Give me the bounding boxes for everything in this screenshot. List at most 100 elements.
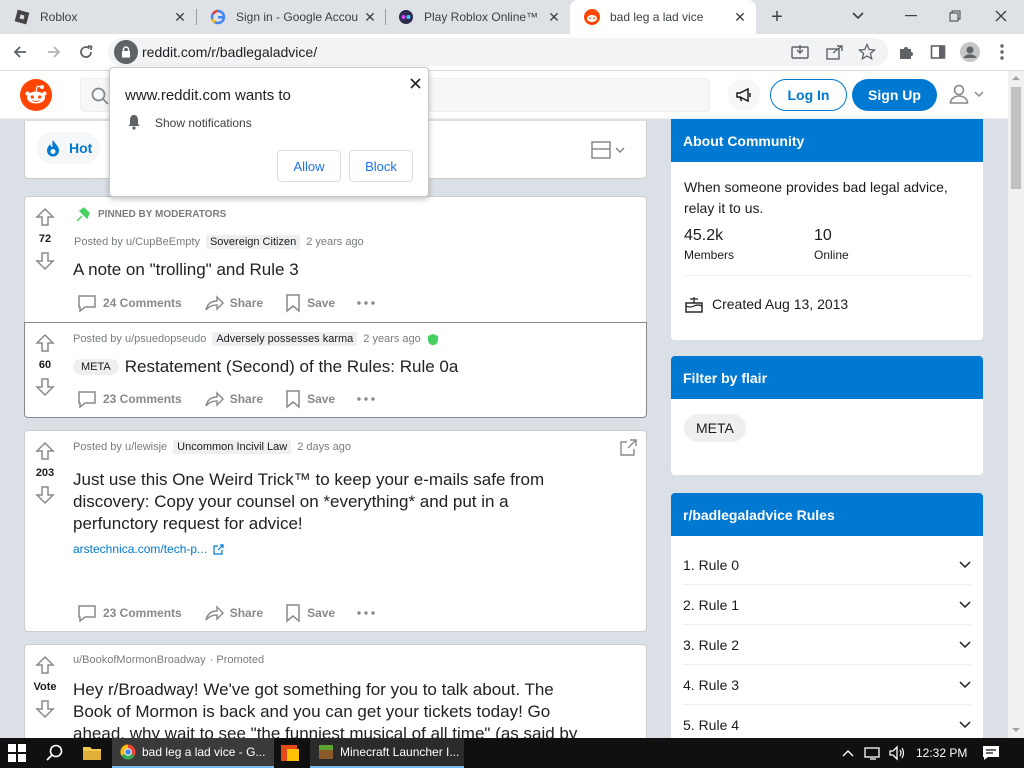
post-card[interactable]: 60 Posted by u/psuedopseudo Adversely po… xyxy=(24,322,647,418)
more-options-icon[interactable] xyxy=(357,611,381,615)
comments-button[interactable]: 24 Comments xyxy=(77,294,182,312)
post-card[interactable]: 203 Posted by u/lewisje Uncommon Incivil… xyxy=(24,430,647,632)
share-button[interactable]: Share xyxy=(204,604,263,622)
post-author[interactable]: Posted by u/CupBeEmpty xyxy=(74,236,200,248)
taskbar-minecraft-window[interactable]: Minecraft Launcher I... xyxy=(310,738,464,768)
clock[interactable]: 12:32 PM xyxy=(916,738,967,768)
user-menu[interactable] xyxy=(948,83,984,105)
advertise-megaphone-icon[interactable] xyxy=(728,79,760,111)
post-author[interactable]: Posted by u/psuedopseudo xyxy=(73,333,206,345)
tab-bad-leg-a-lad-vice[interactable]: bad leg a lad vice ✕ xyxy=(570,0,756,34)
file-explorer-icon[interactable] xyxy=(82,738,102,768)
share-button[interactable]: Share xyxy=(204,294,263,312)
close-tab-icon[interactable]: ✕ xyxy=(360,7,380,27)
block-button[interactable]: Block xyxy=(349,150,413,182)
post-title-line: Just use this One Weird Trick™ to keep y… xyxy=(73,470,545,489)
signup-button[interactable]: Sign Up xyxy=(852,79,937,111)
reddit-logo-icon[interactable] xyxy=(20,79,52,111)
lock-icon[interactable] xyxy=(114,40,138,64)
install-app-icon[interactable] xyxy=(791,44,809,60)
rule-item[interactable]: 5. Rule 4 xyxy=(683,705,971,738)
allow-button[interactable]: Allow xyxy=(277,150,341,182)
volume-icon[interactable] xyxy=(888,738,906,768)
post-flair[interactable]: META xyxy=(73,359,119,375)
post-title[interactable]: Hey r/Broadway! We've got something for … xyxy=(73,679,577,738)
new-tab-button[interactable]: + xyxy=(766,6,788,28)
upvote-arrow-icon[interactable] xyxy=(35,441,55,461)
close-tab-icon[interactable]: ✕ xyxy=(730,7,750,27)
taskbar-chrome-window[interactable]: bad leg a lad vice - G... xyxy=(112,738,274,768)
post-title[interactable]: A note on "trolling" and Rule 3 xyxy=(73,259,299,281)
side-panel-icon[interactable] xyxy=(924,38,952,66)
post-author[interactable]: Posted by u/lewisje xyxy=(73,441,167,453)
save-button[interactable]: Save xyxy=(285,603,335,623)
rule-item[interactable]: 4. Rule 3 xyxy=(683,665,971,705)
rule-item[interactable]: 1. Rule 0 xyxy=(683,545,971,585)
scrollbar-thumb[interactable] xyxy=(1011,87,1021,189)
forward-arrow-icon[interactable] xyxy=(40,38,68,66)
more-options-icon[interactable] xyxy=(357,397,381,401)
downvote-arrow-icon[interactable] xyxy=(35,251,55,271)
popup-close-icon[interactable] xyxy=(406,74,424,92)
scroll-up-arrow-icon[interactable] xyxy=(1011,73,1021,83)
tab-roblox[interactable]: Roblox ✕ xyxy=(0,0,196,34)
post-author[interactable]: u/BookofMormonBroadway xyxy=(73,654,206,666)
post-title-row: META Restatement (Second) of the Rules: … xyxy=(73,357,458,377)
rule-item[interactable]: 3. Rule 2 xyxy=(683,625,971,665)
post-link[interactable]: arstechnica.com/tech-p... xyxy=(73,542,224,556)
bookmark-star-icon[interactable] xyxy=(858,43,876,61)
extensions-puzzle-icon[interactable] xyxy=(892,38,920,66)
post-time[interactable]: 2 years ago xyxy=(363,333,420,345)
view-layout-selector[interactable] xyxy=(591,141,625,159)
search-icon[interactable] xyxy=(46,738,64,768)
tab-google-signin[interactable]: Sign in - Google Accou ✕ xyxy=(196,0,386,34)
post-title[interactable]: Just use this One Weird Trick™ to keep y… xyxy=(73,469,544,535)
profile-avatar-icon[interactable] xyxy=(956,38,984,66)
close-tab-icon[interactable]: ✕ xyxy=(544,7,564,27)
reload-icon[interactable] xyxy=(72,38,100,66)
chevron-down-icon[interactable] xyxy=(845,4,871,28)
share-button[interactable]: Share xyxy=(204,390,263,408)
address-bar[interactable]: reddit.com/r/badlegaladvice/ xyxy=(108,38,888,66)
back-arrow-icon[interactable] xyxy=(6,38,34,66)
downvote-arrow-icon[interactable] xyxy=(35,699,55,719)
promoted-post-card[interactable]: Vote u/BookofMormonBroadway · Promoted H… xyxy=(24,644,647,738)
external-link-icon[interactable] xyxy=(619,439,637,457)
scroll-down-arrow-icon[interactable] xyxy=(1011,725,1021,735)
windows-taskbar: bad leg a lad vice - G... Minecraft Laun… xyxy=(0,738,1024,768)
chevron-up-icon[interactable] xyxy=(842,738,854,768)
scrollbar-track[interactable] xyxy=(1008,71,1024,738)
post-card[interactable]: 72 PINNED BY MODERATORS Posted by u/CupB… xyxy=(24,196,647,322)
post-time[interactable]: 2 years ago xyxy=(306,236,363,248)
windows-start-icon[interactable] xyxy=(8,738,26,768)
save-button[interactable]: Save xyxy=(285,389,335,409)
login-button[interactable]: Log In xyxy=(770,79,847,111)
office-app-icon[interactable] xyxy=(280,738,300,768)
more-options-icon[interactable] xyxy=(357,301,381,305)
close-tab-icon[interactable]: ✕ xyxy=(170,7,190,27)
share-page-icon[interactable] xyxy=(826,44,844,60)
comments-button[interactable]: 23 Comments xyxy=(77,390,182,408)
upvote-arrow-icon[interactable] xyxy=(35,655,55,675)
created-date-row: Created Aug 13, 2013 xyxy=(684,295,848,313)
menu-dots-icon[interactable] xyxy=(988,38,1016,66)
save-label: Save xyxy=(307,392,336,406)
downvote-arrow-icon[interactable] xyxy=(35,377,55,397)
sort-hot-button[interactable]: Hot xyxy=(37,132,101,164)
close-window-button[interactable] xyxy=(988,4,1014,28)
rule-item[interactable]: 2. Rule 1 xyxy=(683,585,971,625)
comments-button[interactable]: 23 Comments xyxy=(77,604,182,622)
upvote-arrow-icon[interactable] xyxy=(35,207,55,227)
mod-shield-icon xyxy=(427,333,439,346)
post-time[interactable]: 2 days ago xyxy=(297,441,351,453)
network-icon[interactable] xyxy=(864,738,882,768)
post-title[interactable]: Restatement (Second) of the Rules: Rule … xyxy=(125,357,459,377)
minimize-button[interactable] xyxy=(898,4,924,28)
save-button[interactable]: Save xyxy=(285,293,335,313)
downvote-arrow-icon[interactable] xyxy=(35,485,55,505)
tab-play-roblox[interactable]: Play Roblox Online™ ✕ xyxy=(384,0,570,34)
flair-filter-meta[interactable]: META xyxy=(684,414,746,442)
notification-center-icon[interactable] xyxy=(982,738,1000,768)
upvote-arrow-icon[interactable] xyxy=(35,333,55,353)
restore-button[interactable] xyxy=(942,4,968,28)
